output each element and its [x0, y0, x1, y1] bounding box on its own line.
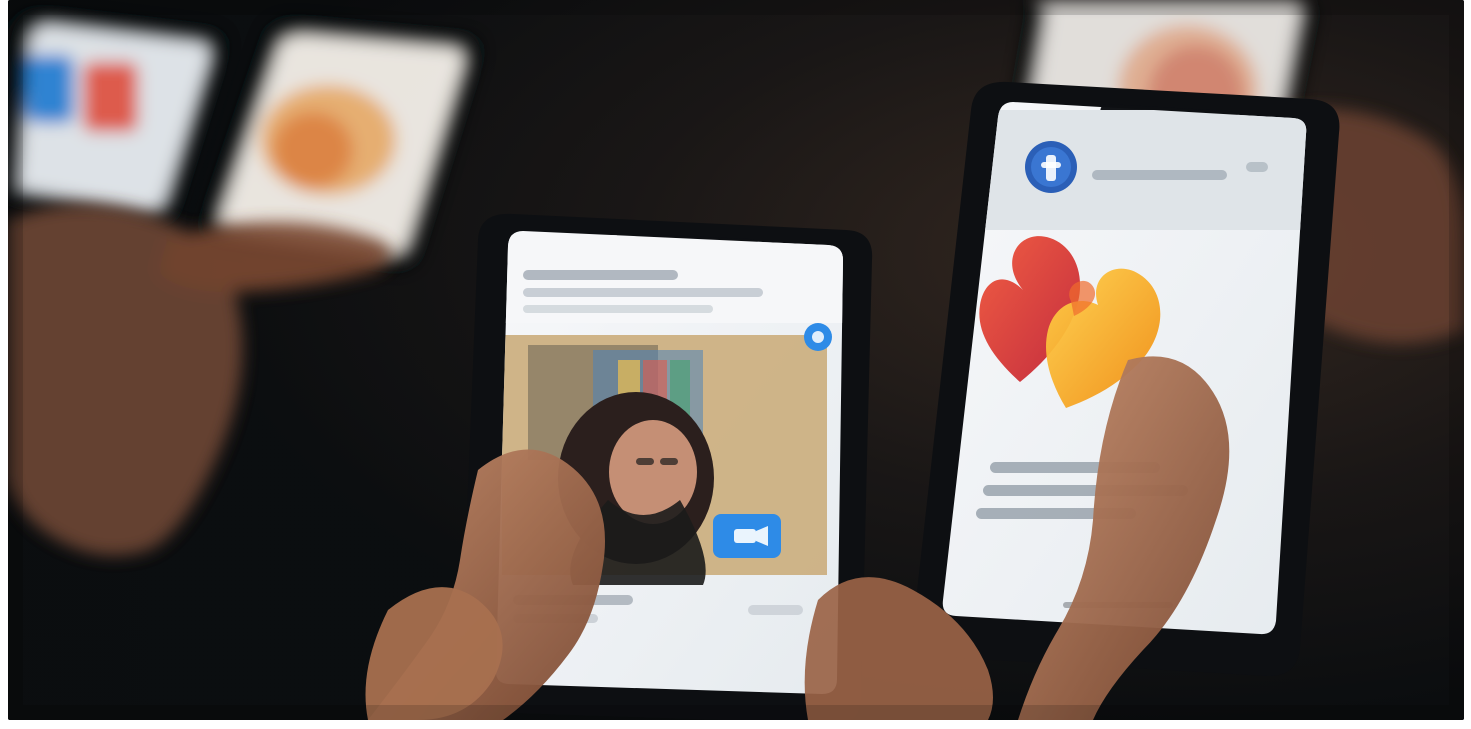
facebook-dating-badge: [1025, 141, 1077, 193]
scene: [8, 0, 1464, 720]
video-camera-icon: [713, 514, 781, 558]
photo: [8, 0, 1464, 720]
photo-frame: [0, 0, 1471, 729]
